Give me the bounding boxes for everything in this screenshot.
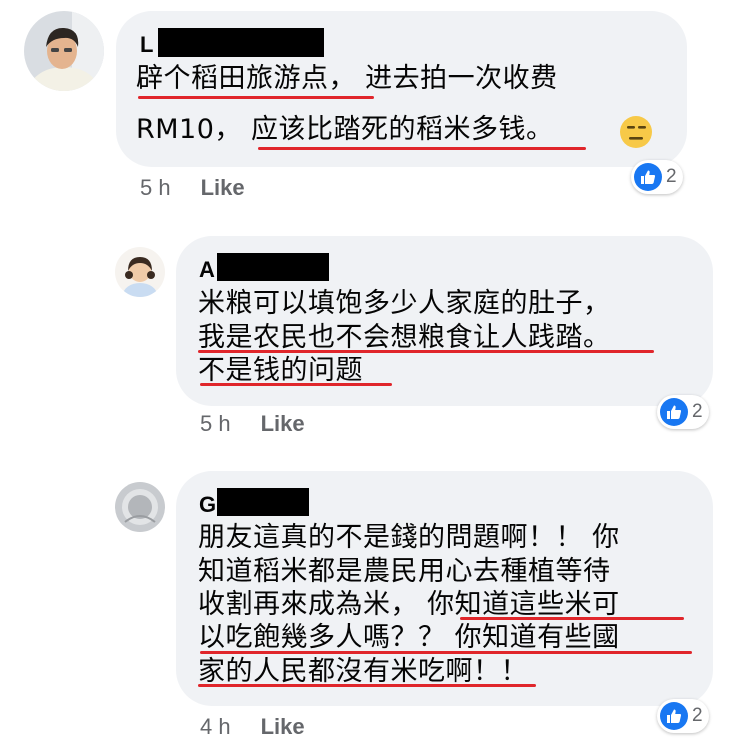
- highlight-underline: [200, 651, 692, 654]
- comment-thread: L 辟个稻田旅游点， 进去拍一次收费 RM10， 应该比踏死的稻米多钱。 2 5…: [0, 0, 749, 749]
- highlight-underline: [460, 617, 684, 620]
- name-redaction: [158, 28, 324, 57]
- comment-line: 辟个稻田旅游点， 进去拍一次收费: [136, 63, 558, 94]
- comment-line: RM10， 应该比踏死的稻米多钱。: [136, 114, 554, 145]
- reaction-count-badge[interactable]: 2: [657, 699, 709, 733]
- reaction-count-badge[interactable]: 2: [657, 395, 709, 429]
- avatar[interactable]: [24, 11, 104, 91]
- thumbs-up-icon: [634, 163, 662, 191]
- highlight-underline: [198, 684, 536, 687]
- comment-author[interactable]: L: [140, 32, 153, 58]
- reaction-count: 2: [692, 705, 703, 726]
- comment-bubble: G 朋友這真的不是錢的問題啊！！ 你 知道稻米都是農民用心去種植等待 收割再來成…: [176, 471, 713, 706]
- comment-bubble: L 辟个稻田旅游点， 进去拍一次收费 RM10， 应该比踏死的稻米多钱。: [116, 11, 687, 167]
- timestamp[interactable]: 5 h: [200, 411, 231, 436]
- timestamp[interactable]: 5 h: [140, 175, 171, 200]
- highlight-underline: [198, 350, 654, 353]
- comment-meta: 5 h Like: [200, 411, 305, 437]
- highlight-underline: [200, 383, 392, 386]
- comment-author[interactable]: A: [199, 257, 215, 283]
- comment-meta: 4 h Like: [200, 714, 305, 740]
- comment-meta: 5 h Like: [140, 175, 245, 201]
- timestamp[interactable]: 4 h: [200, 714, 231, 739]
- reaction-count-badge[interactable]: 2: [631, 160, 683, 194]
- thumbs-up-icon: [660, 702, 688, 730]
- name-redaction: [217, 253, 329, 281]
- like-button[interactable]: Like: [201, 175, 245, 200]
- thumbs-up-icon: [660, 398, 688, 426]
- like-button[interactable]: Like: [261, 714, 305, 739]
- like-button[interactable]: Like: [261, 411, 305, 436]
- comment-bubble: A 米粮可以填饱多少人家庭的肚子， 我是农民也不会想粮食让人践踏。 不是钱的问题: [176, 236, 713, 406]
- highlight-underline: [258, 147, 586, 150]
- expressionless-face-icon: [618, 114, 654, 150]
- reaction-count: 2: [666, 166, 677, 187]
- avatar[interactable]: [115, 482, 165, 532]
- reaction-count: 2: [692, 401, 703, 422]
- name-redaction: [217, 488, 309, 516]
- comment-line: 知道稻米都是農民用心去種植等待: [198, 556, 611, 587]
- highlight-underline: [138, 96, 374, 99]
- comment-line: 米粮可以填饱多少人家庭的肚子，: [198, 288, 611, 319]
- avatar[interactable]: [115, 247, 165, 297]
- comment-line: 朋友這真的不是錢的問題啊！！ 你: [198, 522, 620, 553]
- comment-author[interactable]: G: [199, 492, 216, 518]
